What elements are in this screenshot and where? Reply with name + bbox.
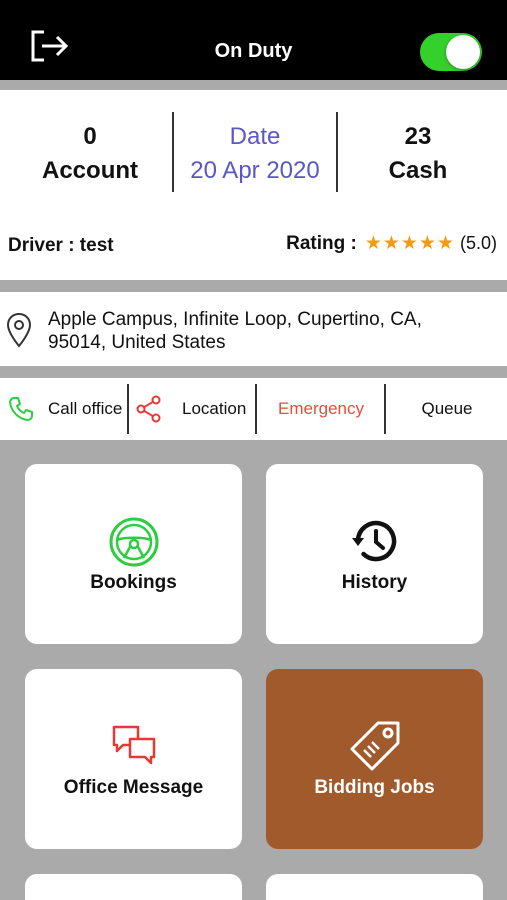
share-location-button[interactable]: Location <box>136 378 254 440</box>
queue-label: Queue <box>421 399 473 418</box>
duty-toggle-knob <box>446 35 480 69</box>
bookings-tile[interactable]: Bookings <box>25 464 242 644</box>
office-message-tile[interactable]: Office Message <box>25 669 242 849</box>
tag-icon <box>350 721 399 771</box>
cash-value: 23 <box>404 123 432 150</box>
history-icon <box>351 520 396 562</box>
emergency-label: Emergency <box>278 399 364 418</box>
location-pin-icon <box>6 312 32 348</box>
emergency-button[interactable]: Emergency <box>258 378 384 440</box>
address-line-2: 95014, United States <box>48 332 226 353</box>
menu-tile[interactable] <box>266 874 483 900</box>
duty-toggle[interactable] <box>420 33 482 71</box>
queue-button[interactable]: Queue <box>388 378 506 440</box>
cash-stat: 23 Cash <box>338 120 498 188</box>
address-line-1: Apple Campus, Infinite Loop, Cupertino, … <box>48 309 422 330</box>
office-message-label: Office Message <box>63 777 204 798</box>
date-stat: Date 20 Apr 2020 <box>174 120 336 188</box>
location-label: Location <box>182 399 247 418</box>
steering-wheel-icon <box>109 517 158 567</box>
cash-label: Cash <box>388 157 448 184</box>
divider <box>384 384 386 434</box>
rating-value: (5.0) <box>459 233 497 253</box>
divider <box>127 384 129 434</box>
share-icon <box>136 395 161 423</box>
account-label: Account <box>42 157 138 184</box>
stats-panel: 0 Account Date 20 Apr 2020 23 Cash Drive… <box>0 90 507 280</box>
history-tile[interactable]: History <box>266 464 483 644</box>
top-bar: On Duty <box>0 0 507 80</box>
bidding-jobs-label: Bidding Jobs <box>314 777 435 798</box>
call-office-button[interactable]: Call office <box>8 378 126 440</box>
current-address: Apple Campus, Infinite Loop, Cupertino, … <box>0 292 507 366</box>
rating: Rating : ★★★★★ (5.0) <box>286 232 497 255</box>
driver-name: Driver : test <box>8 235 114 256</box>
rating-label: Rating : <box>286 232 357 254</box>
bidding-jobs-tile[interactable]: Bidding Jobs <box>266 669 483 849</box>
menu-tile[interactable] <box>25 874 242 900</box>
date-value: 20 Apr 2020 <box>190 157 320 184</box>
action-bar: Call office Location Emergency Queue <box>0 378 507 440</box>
account-stat: 0 Account <box>10 120 170 188</box>
call-office-label: Call office <box>48 399 123 418</box>
divider <box>255 384 257 434</box>
account-value: 0 <box>83 123 97 150</box>
history-label: History <box>341 572 408 593</box>
chat-icon <box>112 725 155 765</box>
phone-icon <box>9 397 33 421</box>
address-text: Apple Campus, Infinite Loop, Cupertino, … <box>48 308 488 354</box>
bookings-label: Bookings <box>90 572 177 593</box>
rating-stars: ★★★★★ <box>364 233 455 254</box>
date-label: Date <box>229 123 281 150</box>
